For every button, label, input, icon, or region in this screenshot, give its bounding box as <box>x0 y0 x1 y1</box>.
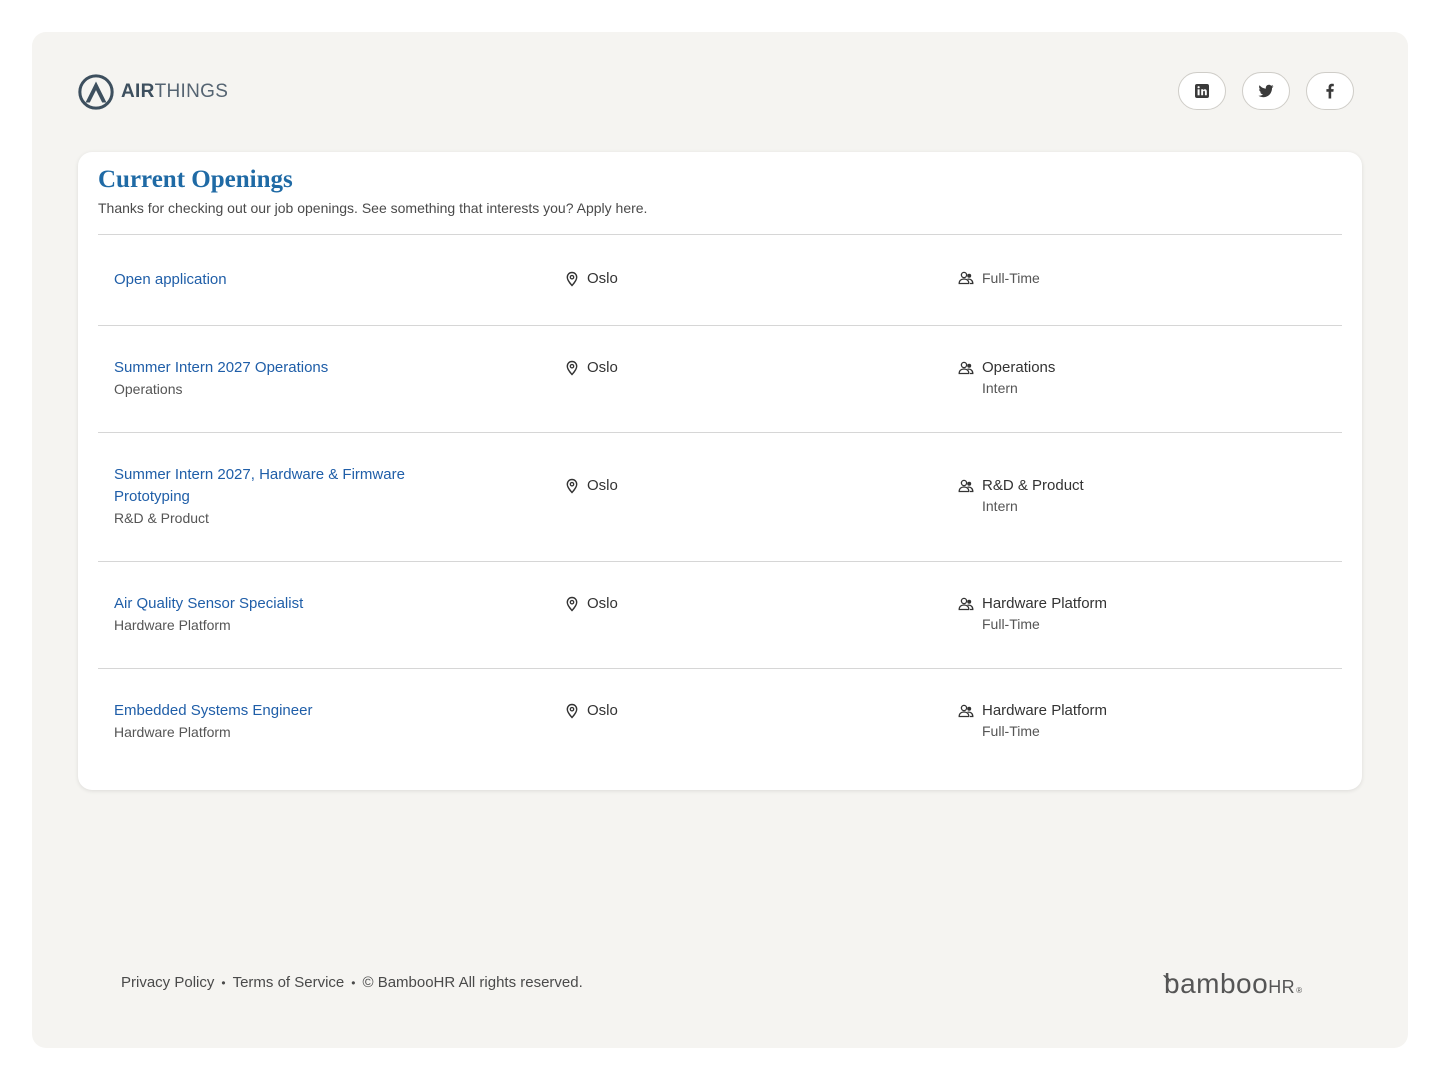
divider <box>98 432 1342 433</box>
facebook-button[interactable] <box>1306 72 1354 110</box>
bamboohr-logo-text: bamboo <box>1164 968 1269 999</box>
location-text: Oslo <box>587 477 618 494</box>
twitter-icon <box>1258 84 1274 98</box>
footer-links: Privacy Policy • Terms of Service • © Ba… <box>121 974 583 991</box>
registered-mark: ® <box>1296 986 1303 995</box>
people-icon <box>958 361 974 374</box>
job-department: Hardware Platform <box>114 724 231 740</box>
people-icon <box>958 597 974 610</box>
people-icon <box>958 704 974 717</box>
location-pin-icon <box>566 271 578 287</box>
job-type: R&D & Product Intern <box>958 475 1084 517</box>
job-type: Hardware Platform Full-Time <box>958 593 1107 635</box>
location-pin-icon <box>566 478 578 494</box>
job-location: Oslo <box>564 702 618 719</box>
job-title-column: Summer Intern 2027, Hardware & Firmware … <box>114 464 444 529</box>
job-category: Hardware Platform <box>982 595 1108 612</box>
job-title-link[interactable]: Air Quality Sensor Specialist <box>114 593 444 615</box>
job-category: R&D & Product <box>982 477 1084 494</box>
job-type: Full-Time <box>958 270 1040 286</box>
bamboo-leaf-icon <box>1163 975 1171 982</box>
divider <box>98 234 1342 235</box>
separator-dot: • <box>351 975 356 990</box>
location-text: Oslo <box>587 270 618 287</box>
terms-of-service-link[interactable]: Terms of Service <box>233 974 345 991</box>
header: AIRTHINGS <box>77 72 1354 112</box>
job-type-text: Intern <box>982 380 1018 396</box>
job-title-link[interactable]: Open application <box>114 269 444 291</box>
location-text: Oslo <box>587 702 618 719</box>
company-logo[interactable]: AIRTHINGS <box>77 72 228 112</box>
job-type-text: Full-Time <box>982 270 1040 286</box>
job-title-link[interactable]: Summer Intern 2027 Operations <box>114 357 444 379</box>
openings-card: Current Openings Thanks for checking out… <box>78 152 1362 790</box>
job-location: Oslo <box>564 270 618 287</box>
location-pin-icon <box>566 596 578 612</box>
page-frame: AIRTHINGS Current Openings Thanks for ch… <box>32 32 1408 1048</box>
job-type-text: Intern <box>982 498 1018 514</box>
job-location: Oslo <box>564 359 618 376</box>
bamboohr-logo-hr: HR <box>1268 977 1296 997</box>
location-text: Oslo <box>587 359 618 376</box>
job-title-column: Summer Intern 2027 Operations Operations <box>114 357 444 400</box>
divider <box>98 325 1342 326</box>
job-type: Operations Intern <box>958 357 1055 399</box>
job-location: Oslo <box>564 595 618 612</box>
job-location: Oslo <box>564 477 618 494</box>
location-text: Oslo <box>587 595 618 612</box>
job-category: Hardware Platform <box>982 702 1108 719</box>
job-title-column: Open application <box>114 269 444 291</box>
social-links <box>1178 72 1354 110</box>
linkedin-button[interactable] <box>1178 72 1226 110</box>
page-subtitle: Thanks for checking out our job openings… <box>98 200 648 216</box>
location-pin-icon <box>566 703 578 719</box>
airthings-logo-icon <box>78 74 114 110</box>
job-category: Operations <box>982 359 1056 376</box>
job-department: R&D & Product <box>114 510 209 526</box>
job-type-text: Full-Time <box>982 723 1040 739</box>
job-title-link[interactable]: Summer Intern 2027, Hardware & Firmware … <box>114 464 444 508</box>
linkedin-icon <box>1195 84 1209 98</box>
twitter-button[interactable] <box>1242 72 1290 110</box>
copyright-text: © BambooHR All rights reserved. <box>362 974 583 991</box>
people-icon <box>958 479 974 492</box>
job-title-column: Air Quality Sensor Specialist Hardware P… <box>114 593 444 636</box>
page-title: Current Openings <box>98 166 293 193</box>
privacy-policy-link[interactable]: Privacy Policy <box>121 974 214 991</box>
separator-dot: • <box>221 975 226 990</box>
job-department: Hardware Platform <box>114 617 231 633</box>
job-type: Hardware Platform Full-Time <box>958 700 1107 742</box>
divider <box>98 668 1342 669</box>
facebook-icon <box>1326 83 1334 99</box>
job-title-column: Embedded Systems Engineer Hardware Platf… <box>114 700 444 743</box>
job-title-link[interactable]: Embedded Systems Engineer <box>114 700 444 722</box>
divider <box>98 561 1342 562</box>
job-department: Operations <box>114 381 183 397</box>
location-pin-icon <box>566 360 578 376</box>
bamboohr-logo[interactable]: bamboo HR ® <box>1163 968 1303 1000</box>
job-type-text: Full-Time <box>982 616 1040 632</box>
people-icon <box>958 271 974 285</box>
company-logo-text: AIRTHINGS <box>121 81 229 102</box>
